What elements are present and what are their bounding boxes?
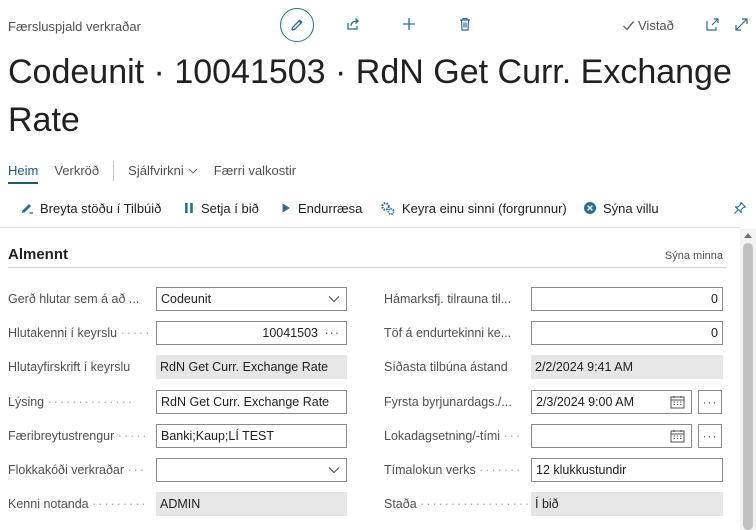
restart-label: Endurræsa	[298, 200, 363, 216]
object-id-input[interactable]: 10041503 ···	[156, 321, 347, 345]
object-id-value: 10041503	[262, 326, 318, 340]
share-icon	[347, 18, 359, 30]
action-bar: Breyta stöðu í Tilbúið Setja í bið Endur…	[0, 194, 756, 222]
tab-divider	[113, 161, 115, 181]
expiration-datetime-input[interactable]	[531, 424, 692, 448]
field-label-object-id: Hlutakenni í keyrslu ·····	[8, 326, 152, 340]
scroll-up-arrow-icon[interactable]	[744, 233, 752, 238]
open-new-window-icon	[705, 17, 719, 31]
set-status-ready-label: Breyta stöðu í Tilbúið	[40, 200, 162, 216]
object-type-select[interactable]: Codeunit	[156, 287, 347, 311]
object-id-lookup-button[interactable]: ···	[325, 322, 341, 344]
saved-status: Vistað	[622, 18, 674, 33]
show-error-button[interactable]: Sýna villu	[583, 194, 659, 222]
edit-status-icon	[22, 204, 33, 214]
run-once-foreground-button[interactable]: Keyra einu sinni (forgrunnur)	[380, 194, 567, 222]
job-timeout-input[interactable]: 12 klukkustundir	[531, 458, 723, 482]
expand-icon	[734, 17, 748, 31]
set-status-ready-button[interactable]: Breyta stöðu í Tilbúið	[20, 194, 161, 222]
section-title: Almennt	[8, 246, 68, 263]
play-icon	[282, 203, 290, 213]
chevron-down-icon	[328, 467, 340, 474]
check-icon	[623, 21, 634, 31]
pin-action-bar-button[interactable]	[733, 194, 747, 222]
section-header-general: Almennt Sýna minna	[8, 246, 726, 268]
put-on-hold-label: Setja í bið	[201, 200, 259, 216]
calendar-icon[interactable]	[670, 429, 685, 443]
plus-icon	[403, 18, 415, 30]
max-attempts-input[interactable]: 0	[531, 287, 723, 311]
tab-fewer-options[interactable]: Færri valkostir	[206, 158, 304, 184]
trash-icon	[460, 17, 470, 31]
field-label-description: Lýsing ··············	[8, 395, 134, 409]
pause-icon	[185, 203, 193, 213]
action-bar-divider	[0, 227, 740, 228]
field-label-object-type: Gerð hlutar sem á að ...	[8, 292, 140, 306]
expiration-more-button[interactable]: ···	[698, 424, 722, 448]
share-button[interactable]	[343, 14, 363, 34]
breadcrumb: Færsluspjald verkraðar	[8, 19, 141, 34]
field-label-object-caption: Hlutayfirskrift í keyrslu	[8, 360, 131, 374]
rerun-delay-input[interactable]: 0	[531, 321, 723, 345]
field-label-job-queue-category: Flokkakóði verkraðar ···	[8, 463, 146, 477]
field-label-rerun-delay: Töf á endurtekinni ke...	[384, 326, 512, 340]
parameter-string-input[interactable]: Banki;Kaup;LÍ TEST	[156, 424, 347, 448]
object-type-value: Codeunit	[161, 292, 212, 306]
tab-job-queue[interactable]: Verkröð	[46, 158, 107, 184]
field-label-earliest-start: Fyrsta byrjunardags./...	[384, 395, 512, 409]
job-queue-category-select[interactable]	[156, 458, 347, 482]
description-input[interactable]: RdN Get Curr. Exchange Rate	[156, 390, 347, 414]
last-ready-state-field: 2/2/2024 9:41 AM	[531, 355, 723, 379]
error-icon	[584, 202, 596, 214]
vertical-scrollbar[interactable]	[740, 229, 756, 530]
calendar-icon[interactable]	[670, 395, 685, 409]
field-label-parameter-string: Færibreytustrengur ·····	[8, 429, 149, 443]
saved-label: Vistað	[638, 18, 674, 33]
tab-home[interactable]: Heim	[0, 158, 46, 184]
field-label-expiration: Lokadagsetning/-tími ···	[384, 429, 523, 443]
run-gears-icon	[381, 201, 395, 215]
earliest-start-value: 2/3/2024 9:00 AM	[536, 395, 634, 409]
delete-button[interactable]	[455, 14, 475, 34]
chevron-down-icon	[328, 296, 340, 303]
object-caption-field: RdN Get Curr. Exchange Rate	[156, 355, 347, 379]
status-field: Í bið	[531, 492, 723, 516]
earliest-start-datetime-input[interactable]: 2/3/2024 9:00 AM	[531, 390, 692, 414]
new-button[interactable]	[399, 14, 419, 34]
scrollbar-thumb[interactable]	[743, 243, 753, 530]
field-label-max-attempts: Hámarksfj. tilrauna til...	[384, 292, 512, 306]
page-title: Codeunit · 10041503 · RdN Get Curr. Exch…	[8, 53, 732, 139]
edit-button[interactable]	[280, 8, 314, 42]
earliest-start-more-button[interactable]: ···	[698, 390, 722, 414]
field-label-status: Staða ··················	[384, 497, 528, 511]
show-error-label: Sýna villu	[603, 200, 659, 216]
chevron-down-icon	[188, 168, 198, 174]
tab-automation[interactable]: Sjálfvirkni	[120, 158, 206, 184]
field-label-job-timeout: Tímalokun verks ·······	[384, 463, 523, 477]
restart-button[interactable]: Endurræsa	[280, 194, 362, 222]
pin-icon	[734, 201, 747, 214]
expand-button[interactable]	[731, 14, 751, 34]
field-label-last-ready-state: Síðasta tilbúna ástand	[384, 360, 508, 374]
pencil-icon	[291, 19, 303, 31]
put-on-hold-button[interactable]: Setja í bið	[183, 194, 259, 222]
run-once-foreground-label: Keyra einu sinni (forgrunnur)	[402, 200, 567, 216]
top-bar: Færsluspjald verkraðar Vistað	[0, 0, 756, 52]
show-less-toggle[interactable]: Sýna minna	[665, 250, 723, 262]
open-new-window-button[interactable]	[702, 14, 722, 34]
tab-bar: Heim Verkröð Sjálfvirkni Færri valkostir	[0, 158, 756, 184]
user-id-field: ADMIN	[156, 492, 347, 516]
tab-automation-label: Sjálfvirkni	[128, 163, 184, 178]
field-label-user-id: Kenni notanda ·········	[8, 497, 148, 511]
